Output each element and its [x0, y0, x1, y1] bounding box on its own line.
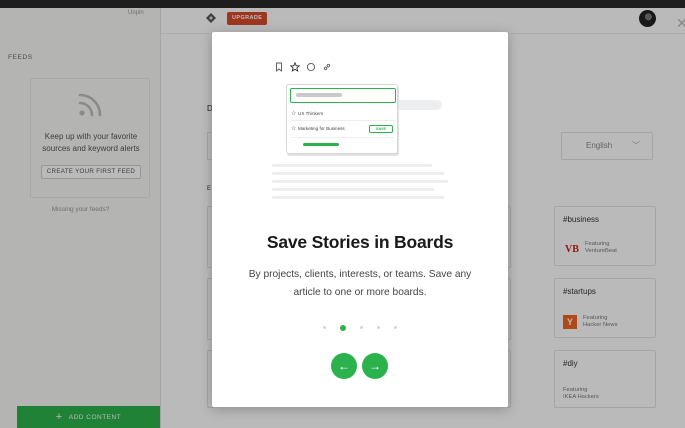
modal-title: Save Stories in Boards [266, 232, 454, 252]
popup-save-button: SAVE [369, 125, 393, 133]
popup-divider [291, 137, 395, 138]
popup-divider [291, 120, 395, 121]
pagination-dot[interactable] [360, 326, 363, 330]
arrow-left-icon: ← [338, 359, 350, 373]
star-icon: ☆ [291, 126, 297, 132]
placeholder-line [272, 180, 448, 183]
board-search-input [290, 88, 396, 103]
circle-icon [306, 62, 316, 72]
arrow-right-icon: → [369, 359, 381, 373]
popup-progress-bar [303, 143, 339, 146]
pagination-dot-active[interactable] [340, 324, 346, 331]
boards-illustration: ☆ UX Thinkers ☆ Marketing for Business SAV… [212, 32, 508, 232]
previous-button[interactable]: ← [331, 353, 357, 379]
placeholder-line [272, 164, 432, 167]
placeholder-line [272, 196, 444, 199]
pagination-dot[interactable] [323, 326, 326, 330]
star-icon [290, 62, 300, 72]
placeholder-line [272, 172, 444, 175]
link-icon [323, 63, 331, 71]
board-row-label: Marketing for Business [298, 126, 345, 131]
save-to-board-popup: ☆ UX Thinkers ☆ Marketing for Business SAV… [286, 84, 398, 154]
pagination-dot[interactable] [394, 326, 397, 330]
next-button[interactable]: → [362, 353, 388, 379]
bookmark-icon [276, 62, 282, 72]
placeholder-line [272, 188, 434, 191]
onboarding-modal: ☆ UX Thinkers ☆ Marketing for Business SAV… [212, 32, 508, 407]
star-icon: ☆ [291, 111, 297, 117]
pagination-dot[interactable] [377, 326, 380, 330]
modal-description: By projects, clients, interests, or team… [248, 269, 472, 298]
board-row-marketing: ☆ Marketing for Business [291, 125, 345, 133]
pagination-dots [212, 319, 508, 331]
board-row-label: UX Thinkers [298, 111, 324, 116]
board-row-ux-thinkers: ☆ UX Thinkers [291, 110, 323, 118]
